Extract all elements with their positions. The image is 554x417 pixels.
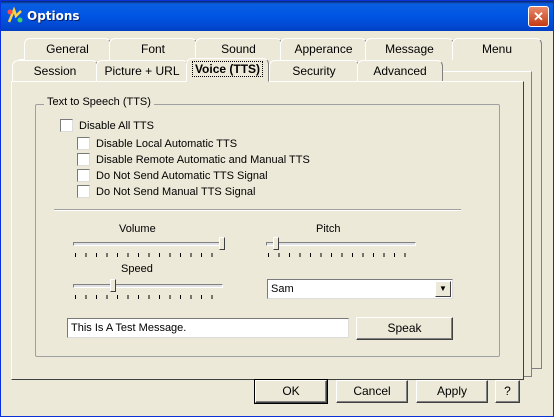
slider-track: [73, 284, 223, 288]
close-button[interactable]: ✕: [528, 6, 549, 27]
checkbox-box[interactable]: [60, 119, 73, 132]
tab-sound[interactable]: Sound: [195, 38, 282, 60]
tab-font-label: Font: [140, 42, 165, 56]
cancel-button[interactable]: Cancel: [336, 380, 408, 403]
speak-button-label: Speak: [387, 321, 422, 335]
checkbox-label: Do Not Send Manual TTS Signal: [96, 185, 256, 198]
group-separator: [54, 209, 461, 211]
slider-thumb[interactable]: [219, 237, 225, 250]
volume-slider[interactable]: [73, 237, 225, 257]
tab-voice-tts[interactable]: Voice (TTS): [186, 58, 269, 82]
slider-track: [266, 242, 416, 246]
tab-voice-tts-label: Voice (TTS): [191, 61, 264, 77]
disable-all-tts-checkbox[interactable]: Disable All TTS: [60, 119, 154, 132]
checkbox-label: Do Not Send Automatic TTS Signal: [96, 169, 268, 182]
window-title: Options: [27, 9, 80, 23]
slider-thumb[interactable]: [273, 237, 280, 250]
tab-menu[interactable]: Menu: [452, 38, 542, 60]
tab-menu-label: Menu: [481, 42, 513, 56]
disable-remote-tts-checkbox[interactable]: Disable Remote Automatic and Manual TTS: [77, 153, 310, 166]
tts-group-label: Text to Speech (TTS): [44, 96, 154, 108]
close-icon: ✕: [533, 9, 544, 24]
tab-apperance[interactable]: Apperance: [280, 38, 367, 60]
disable-all-tts-label: Disable All TTS: [79, 119, 154, 132]
speed-slider[interactable]: [73, 279, 225, 299]
checkbox-box[interactable]: [77, 137, 90, 150]
apply-button-label: Apply: [436, 384, 468, 398]
cancel-button-label: Cancel: [353, 384, 391, 398]
disable-local-auto-tts-checkbox[interactable]: Disable Local Automatic TTS: [77, 137, 237, 150]
slider-ticks: [268, 253, 415, 257]
pitch-label: Pitch: [316, 223, 341, 235]
volume-label: Volume: [119, 223, 156, 235]
help-button[interactable]: ?: [495, 380, 520, 403]
checkbox-box[interactable]: [77, 169, 90, 182]
no-send-manual-tts-checkbox[interactable]: Do Not Send Manual TTS Signal: [77, 185, 255, 198]
tab-message-label: Message: [385, 42, 434, 56]
tab-security[interactable]: Security: [269, 60, 359, 82]
slider-ticks: [75, 295, 222, 299]
test-message-input[interactable]: This Is A Test Message.: [67, 318, 349, 338]
tab-picture-url[interactable]: Picture + URL: [96, 60, 188, 82]
voice-select-value: Sam: [271, 283, 294, 295]
tab-general[interactable]: General: [24, 38, 111, 60]
title-bar[interactable]: Options ✕: [1, 1, 553, 31]
ok-button-label: OK: [282, 384, 300, 398]
tab-apperance-label: Apperance: [294, 42, 353, 56]
dropdown-arrow-icon[interactable]: ▼: [435, 281, 451, 297]
tab-font[interactable]: Font: [109, 38, 197, 60]
no-send-auto-tts-checkbox[interactable]: Do Not Send Automatic TTS Signal: [77, 169, 268, 182]
test-message-text: This Is A Test Message.: [71, 322, 187, 334]
ok-button[interactable]: OK: [254, 379, 328, 404]
checkbox-label: Disable Remote Automatic and Manual TTS: [96, 153, 310, 166]
slider-thumb[interactable]: [109, 279, 116, 292]
tab-sound-label: Sound: [221, 42, 256, 56]
tab-message[interactable]: Message: [365, 38, 454, 60]
tab-session[interactable]: Session: [12, 60, 98, 82]
tab-general-label: General: [46, 42, 89, 56]
tab-advanced-label: Advanced: [373, 64, 427, 78]
help-button-label: ?: [504, 384, 511, 398]
tab-security-label: Security: [292, 64, 336, 78]
apply-button[interactable]: Apply: [416, 380, 488, 403]
pitch-slider[interactable]: [266, 237, 418, 257]
slider-track: [73, 242, 223, 246]
tab-advanced[interactable]: Advanced: [357, 60, 443, 82]
options-app-icon: [7, 7, 23, 23]
checkbox-label: Disable Local Automatic TTS: [96, 137, 238, 150]
checkbox-box[interactable]: [77, 153, 90, 166]
tab-picture-url-label: Picture + URL: [104, 64, 180, 78]
options-window: Options ✕ General Font Sound Apperance M…: [0, 0, 554, 417]
tab-session-label: Session: [33, 64, 77, 78]
voice-select[interactable]: Sam ▼: [267, 279, 453, 299]
slider-ticks: [75, 253, 222, 257]
checkbox-box[interactable]: [77, 185, 90, 198]
speed-label: Speed: [121, 263, 153, 275]
speak-button[interactable]: Speak: [356, 317, 453, 340]
